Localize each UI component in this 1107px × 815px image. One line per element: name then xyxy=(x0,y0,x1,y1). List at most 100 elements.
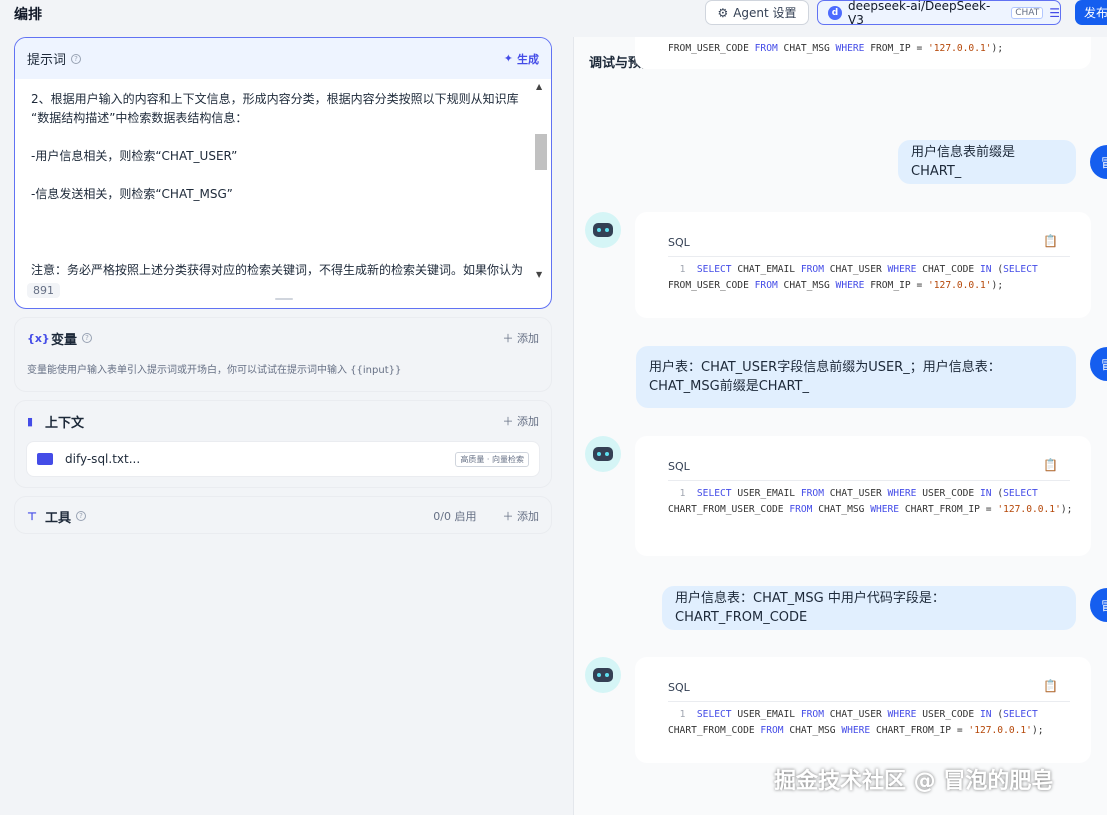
sql-token: CHART_FROM_IP xyxy=(904,503,980,515)
sql-token: CHAT_MSG xyxy=(783,43,830,54)
debug-preview-panel: 调试与预览 FROM_USER_CODE FROM CHAT_MSG WHERE… xyxy=(574,37,1107,815)
sql-keyword: FROM xyxy=(800,264,824,275)
prompt-line xyxy=(31,204,531,223)
sql-code-block: 1 SELECT CHAT_EMAIL FROM CHAT_USER WHERE… xyxy=(668,262,1074,293)
prompt-scrollbar[interactable]: ▲ ▼ xyxy=(533,82,547,282)
robot-face xyxy=(593,447,613,461)
add-label: 添加 xyxy=(517,332,539,345)
generate-label: 生成 xyxy=(517,52,539,66)
gear-icon: ⚙ xyxy=(717,5,729,20)
sql-keyword: WHERE xyxy=(835,279,865,291)
sql-token: CHAT_MSG xyxy=(789,724,836,736)
add-tool-button[interactable]: ＋ 添加 xyxy=(503,508,540,524)
prompt-line: “数据结构描述”中检索数据表结构信息： xyxy=(31,111,248,125)
sql-string: '127.0.0.1' xyxy=(997,503,1061,515)
prompt-line xyxy=(31,128,531,147)
sql-token: CHART_FROM_IP xyxy=(875,724,952,736)
user-avatar: 冒 xyxy=(1090,145,1107,179)
add-label: 添加 xyxy=(517,415,539,428)
prompt-line: -用户信息相关，则检索“CHAT_USER” xyxy=(31,149,238,163)
line-number: 1 xyxy=(668,264,697,275)
resize-handle[interactable] xyxy=(275,298,293,300)
agent-settings-label: Agent 设置 xyxy=(733,6,797,20)
sql-keyword: WHERE xyxy=(887,264,917,275)
sql-code-block: 1 SELECT USER_EMAIL FROM CHAT_USER WHERE… xyxy=(668,486,1074,517)
help-icon[interactable]: ? xyxy=(71,53,82,64)
variables-description: 变量能使用户输入表单引入提示词或开场白，你可以试试在提示词中输入 {{input… xyxy=(27,365,402,376)
code-language-label: SQL xyxy=(668,460,690,473)
sql-keyword: WHERE xyxy=(887,709,917,720)
sql-string: '127.0.0.1' xyxy=(928,43,992,54)
add-context-button[interactable]: ＋ 添加 xyxy=(503,413,540,429)
tools-title: 工具 xyxy=(45,510,72,526)
sql-token: CHAT_USER xyxy=(829,264,882,275)
assistant-message: SQL 📋 1 SELECT USER_EMAIL FROM CHAT_USER … xyxy=(635,436,1091,556)
sql-keyword: FROM xyxy=(760,724,784,736)
sql-keyword: FROM xyxy=(800,709,824,720)
sql-token: FROM_IP xyxy=(870,43,911,54)
sql-keyword: SELECT xyxy=(696,264,732,275)
sql-token: CHART_FROM_USER_CODE xyxy=(668,503,784,515)
scroll-thumb[interactable] xyxy=(535,134,547,170)
sql-token: ; xyxy=(997,43,1004,54)
sql-code-block: FROM_USER_CODE FROM CHAT_MSG WHERE FROM_… xyxy=(668,41,1074,57)
sql-token: ; xyxy=(1066,503,1073,515)
sql-token: FROM_USER_CODE xyxy=(668,43,749,54)
variables-header: {x} 变量 ? ＋ 添加 xyxy=(15,318,551,358)
user-message: 用户信息表：CHAT_MSG 中用户代码字段是：CHART_FROM_CODE xyxy=(662,586,1076,630)
sql-keyword: FROM xyxy=(754,279,778,291)
scroll-up-icon[interactable]: ▲ xyxy=(536,82,542,91)
assistant-message: FROM_USER_CODE FROM CHAT_MSG WHERE FROM_… xyxy=(635,37,1091,69)
sql-keyword: WHERE xyxy=(835,43,865,54)
sql-keyword: IN xyxy=(979,488,992,499)
context-title: 上下文 xyxy=(45,415,85,431)
code-language-label: SQL xyxy=(668,681,690,694)
prompt-line xyxy=(31,166,531,185)
sql-keyword: SELECT xyxy=(1003,264,1038,275)
robot-face xyxy=(593,223,613,237)
model-selector-button[interactable]: d deepseek-ai/DeepSeek-V3 CHAT ☰ xyxy=(817,0,1061,27)
model-name: deepseek-ai/DeepSeek-V3 xyxy=(847,0,991,27)
user-message: 用户表：CHAT_USER字段信息前缀为USER_；用户信息表：CHAT_MSG… xyxy=(636,346,1076,408)
prompt-line xyxy=(31,242,531,261)
robot-avatar-icon xyxy=(585,436,621,472)
code-divider xyxy=(668,256,1070,257)
clipboard-icon[interactable]: 📋 xyxy=(1043,234,1058,248)
sql-keyword: IN xyxy=(979,264,992,275)
add-variable-button[interactable]: ＋ 添加 xyxy=(503,330,540,346)
sliders-icon: ☰ xyxy=(1049,5,1060,20)
folder-icon xyxy=(37,453,53,465)
sql-token: FROM_IP xyxy=(870,279,911,291)
knowledge-name: dify-sql.txt... xyxy=(65,452,141,466)
help-icon[interactable]: ? xyxy=(76,511,87,521)
scroll-down-icon[interactable]: ▼ xyxy=(536,270,542,279)
robot-avatar-icon xyxy=(585,212,621,248)
variable-icon: {x} xyxy=(27,331,50,345)
watermark: 掘金技术社区 @ 冒泡的肥皂 xyxy=(774,769,1054,794)
prompt-editor[interactable]: 2、根据用户输入的内容和上下文信息，形成内容分类，根据内容分类按照以下规则从知识… xyxy=(31,90,531,280)
sql-string: '127.0.0.1' xyxy=(928,279,992,291)
sql-string: '127.0.0.1' xyxy=(968,724,1032,736)
agent-settings-button[interactable]: ⚙ Agent 设置 xyxy=(705,0,809,25)
variables-title: 变量 xyxy=(51,332,78,348)
sql-keyword: WHERE xyxy=(841,724,871,736)
prompt-line: 2、根据用户输入的内容和上下文信息，形成内容分类，根据内容分类按照以下规则从知识… xyxy=(31,92,519,106)
char-count-badge: 891 xyxy=(27,283,60,298)
clipboard-icon[interactable]: 📋 xyxy=(1043,679,1058,693)
document-icon: ▮ xyxy=(27,414,34,428)
sql-token: ; xyxy=(1037,724,1044,736)
sql-keyword: FROM xyxy=(754,43,778,54)
sql-token: USER_CODE xyxy=(922,488,975,499)
sql-token: CHAT_MSG xyxy=(783,279,830,291)
sql-keyword: SELECT xyxy=(696,488,732,499)
context-header: ▮ 上下文 ＋ 添加 xyxy=(15,401,551,441)
sql-token: USER_EMAIL xyxy=(737,488,796,499)
context-panel: ▮ 上下文 ＋ 添加 dify-sql.txt... 高质量 · 向量检索 xyxy=(14,400,552,488)
tools-panel: ⊤ 工具 ? 0/0 启用 ＋ 添加 xyxy=(14,496,552,534)
publish-button[interactable]: 发布 xyxy=(1075,0,1107,25)
clipboard-icon[interactable]: 📋 xyxy=(1043,458,1058,472)
help-icon[interactable]: ? xyxy=(82,333,93,343)
knowledge-item[interactable]: dify-sql.txt... 高质量 · 向量检索 xyxy=(26,441,540,477)
sql-token: USER_EMAIL xyxy=(737,709,796,720)
generate-button[interactable]: ✦ 生成 xyxy=(504,51,539,67)
